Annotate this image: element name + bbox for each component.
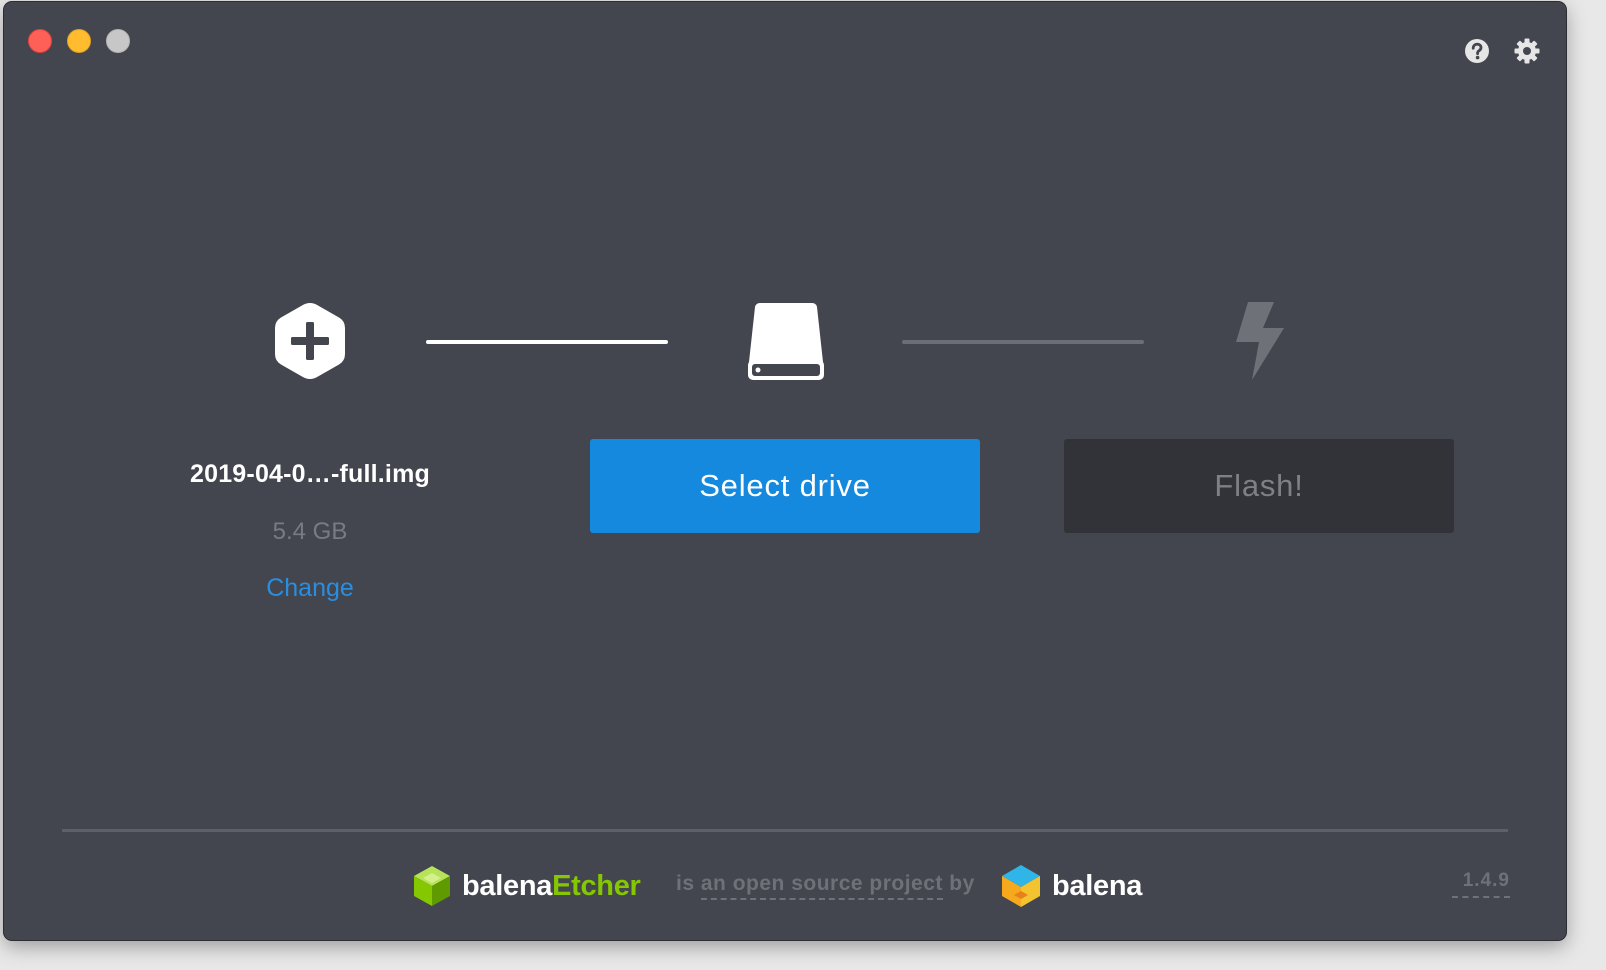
- footer-tagline: is an open source project by: [676, 872, 975, 900]
- open-source-link[interactable]: an open source project: [700, 872, 943, 900]
- selected-image-name: 2019-04-0…-full.img: [190, 460, 430, 488]
- tagline-suffix: by: [949, 872, 975, 895]
- balena-logo[interactable]: balena: [1000, 862, 1142, 910]
- app-version[interactable]: 1.4.9: [1452, 870, 1510, 898]
- selected-image-size: 5.4 GB: [272, 518, 348, 545]
- balena-etcher-logo[interactable]: balenaEtcher: [412, 862, 641, 910]
- window-zoom-button[interactable]: [106, 29, 130, 53]
- change-image-link[interactable]: Change: [210, 574, 410, 603]
- step-connector-2: [902, 340, 1144, 344]
- lightning-bolt-icon: [1236, 302, 1284, 380]
- balena-cube-icon: [1002, 865, 1040, 907]
- drive-icon: [748, 303, 824, 380]
- window-close-button[interactable]: [28, 29, 52, 53]
- settings-icon[interactable]: [1512, 36, 1542, 66]
- etcher-brand-part2: Etcher: [552, 869, 641, 902]
- tagline-prefix: is: [676, 872, 695, 895]
- flash-button[interactable]: Flash!: [1064, 439, 1454, 533]
- help-icon[interactable]: [1462, 36, 1492, 66]
- select-drive-button[interactable]: Select drive: [590, 439, 980, 533]
- add-image-hexagon-icon[interactable]: [270, 300, 350, 382]
- window-minimize-button[interactable]: [67, 29, 91, 53]
- balena-brand-text: balena: [1052, 869, 1143, 902]
- app-window: 2019-04-0…-full.img 5.4 GB Change Select…: [4, 2, 1566, 940]
- etcher-brand-part1: balena: [462, 869, 553, 902]
- step-connector-1: [426, 340, 668, 344]
- etcher-cube-icon: [414, 866, 450, 906]
- footer-divider: [62, 829, 1508, 832]
